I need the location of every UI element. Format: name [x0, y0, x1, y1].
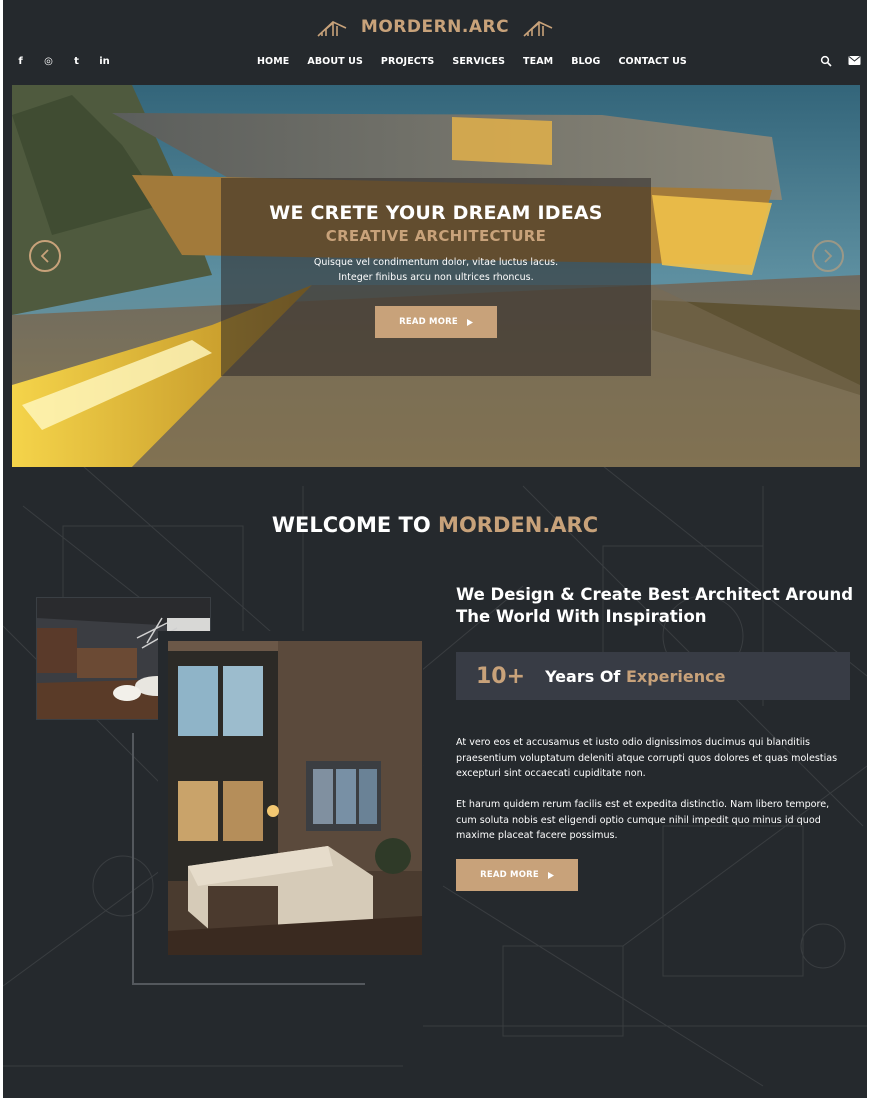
welcome-heading: WELCOME TO MORDEN.ARC	[3, 513, 867, 537]
nav-item-services[interactable]: SERVICES	[452, 56, 505, 67]
interior-image-living-room	[168, 641, 422, 955]
experience-box: 10+ Years Of Experience	[456, 652, 850, 700]
hero-title: WE CRETE YOUR DREAM IDEAS	[269, 202, 603, 224]
nav-item-about-us[interactable]: ABOUT US	[307, 56, 363, 67]
hero-description-line: Quisque vel condimentum dolor, vitae luc…	[313, 257, 559, 268]
nav-item-home[interactable]: HOME	[257, 56, 289, 67]
social-links: f ◎ t in	[14, 55, 111, 68]
facebook-icon[interactable]: f	[14, 55, 27, 68]
welcome-brand: MORDEN.ARC	[438, 513, 599, 537]
play-arrow-icon	[466, 318, 473, 326]
slider-prev-button[interactable]	[29, 240, 61, 272]
chevron-right-icon	[824, 249, 833, 263]
about-paragraph-2: Et harum quidem rerum facilis est et exp…	[456, 799, 830, 841]
search-icon[interactable]	[820, 55, 832, 67]
interior-image-frame	[158, 631, 423, 956]
linkedin-icon[interactable]: in	[98, 55, 111, 68]
about-title: We Design & Create Best Architect Around…	[456, 585, 854, 626]
hero-slider: WE CRETE YOUR DREAM IDEAS CREATIVE ARCHI…	[12, 85, 860, 467]
nav-item-team[interactable]: TEAM	[523, 56, 553, 67]
house-logo-icon	[317, 21, 347, 37]
chevron-left-icon	[40, 249, 49, 263]
hero-description: Quisque vel condimentum dolor, vitae luc…	[221, 255, 651, 285]
welcome-prefix: WELCOME TO	[271, 513, 439, 537]
hero-read-more-button[interactable]: READ MORE	[375, 306, 497, 338]
nav-item-contact-us[interactable]: CONTACT US	[618, 56, 686, 67]
page: MORDERN.ARC f ◎ t in HOME ABOUT US PROJE…	[3, 0, 867, 1098]
button-label: READ MORE	[480, 870, 539, 880]
logo[interactable]: MORDERN.ARC	[3, 16, 867, 38]
nav-item-projects[interactable]: PROJECTS	[381, 56, 434, 67]
brand-name: MORDERN.ARC	[360, 17, 510, 37]
experience-label-accent: Experience	[625, 666, 726, 686]
about-paragraph-1: At vero eos et accusamus et iusto odio d…	[456, 737, 838, 779]
hero-description-line: Integer finibus arcu non ultrices rhoncu…	[338, 272, 534, 283]
house-logo-icon	[523, 21, 553, 37]
play-arrow-icon	[547, 871, 554, 879]
hero-subtitle: CREATIVE ARCHITECTURE	[325, 227, 547, 245]
button-label: READ MORE	[399, 317, 458, 327]
navbar: f ◎ t in HOME ABOUT US PROJECTS SERVICES…	[3, 52, 867, 74]
hero-caption: WE CRETE YOUR DREAM IDEAS CREATIVE ARCHI…	[221, 178, 651, 376]
experience-label-text: Years Of	[545, 666, 626, 686]
about-read-more-button[interactable]: READ MORE	[456, 859, 578, 891]
mail-icon[interactable]	[848, 55, 861, 66]
nav-actions	[820, 55, 861, 67]
interior-photo	[168, 641, 422, 955]
main-menu: HOME ABOUT US PROJECTS SERVICES TEAM BLO…	[257, 56, 687, 67]
twitter-icon[interactable]: t	[70, 55, 83, 68]
instagram-icon[interactable]: ◎	[42, 55, 55, 68]
experience-label: Years Of Experience	[545, 667, 725, 686]
nav-item-blog[interactable]: BLOG	[571, 56, 600, 67]
slider-next-button[interactable]	[812, 240, 844, 272]
experience-number: 10+	[476, 663, 526, 689]
